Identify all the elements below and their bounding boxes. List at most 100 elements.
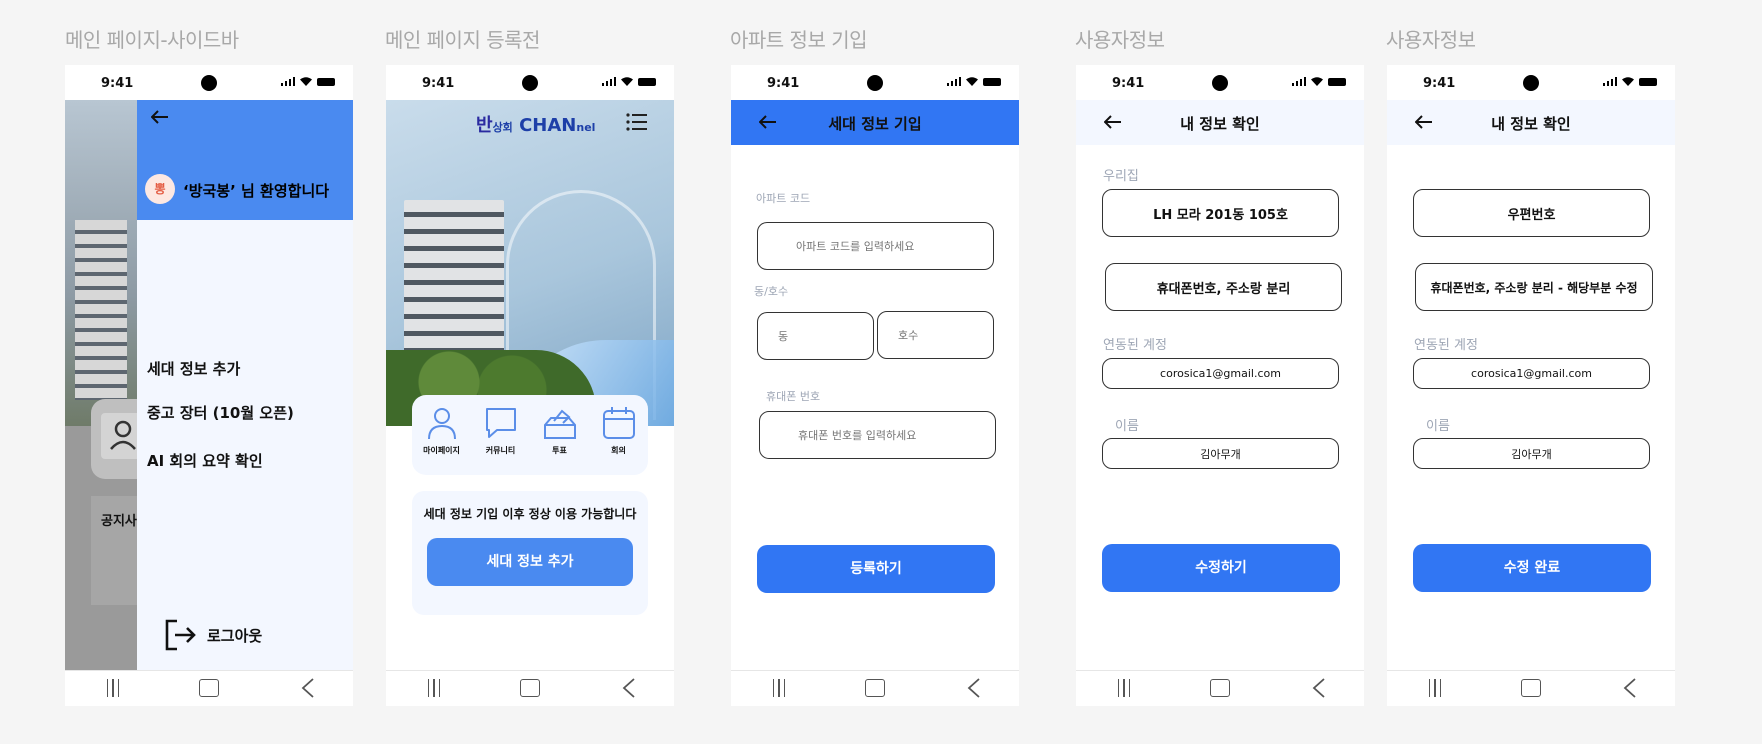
linked-account-label: 연동된 계정 [1414,338,1478,353]
status-time: 9:41 [422,76,455,91]
ballot-box-icon [543,409,576,439]
postcode-field[interactable]: 우편번호 [1413,189,1650,237]
logout-icon [165,619,196,651]
home-icon[interactable] [1521,679,1541,697]
phone-sidebar: 9:41 공지사 뽕 ‘방국봉’ 님 환영합니다 세대 정보 추가 중고 장터 … [65,65,353,706]
home-label: 우리집 [1103,169,1139,184]
save-complete-button[interactable]: 수정 완료 [1413,544,1651,592]
quick-vote[interactable]: 투표 [534,405,586,475]
name-field[interactable]: 김아무개 [1413,438,1650,469]
quick-community[interactable]: 커뮤니티 [475,405,527,475]
status-bar: 9:41 [65,65,353,100]
frame-title-user-info: 사용자정보 [1075,28,1165,52]
quick-mypage[interactable]: 마이페이지 [416,405,468,475]
dong-input[interactable] [757,312,874,360]
nav-back-icon[interactable] [301,678,315,698]
signal-icon [947,77,961,86]
battery-icon [983,77,1001,86]
status-bar: 9:41 [731,65,1019,100]
phone-main-unregistered: 9:41 반상회 CHANnel 마이페이지 커뮤니티 투표 회의 세대 정보 … [386,65,674,706]
wifi-icon [1622,77,1634,86]
email-field[interactable]: corosica1@gmail.com [1413,358,1650,389]
home-icon[interactable] [865,679,885,697]
apartment-code-input[interactable] [757,222,994,270]
wifi-icon [621,77,633,86]
battery-icon [638,77,656,86]
frame-title-user-info-edit: 사용자정보 [1386,28,1476,52]
wifi-icon [1311,77,1323,86]
camera-cutout [1523,75,1539,91]
camera-cutout [867,75,883,91]
separate-phone-address-note[interactable]: 휴대폰번호, 주소랑 분리 [1105,263,1342,311]
phone-my-info-edit: 9:41 내 정보 확인 우편번호 휴대폰번호, 주소랑 분리 - 해당부분 수… [1387,65,1675,706]
registration-message: 세대 정보 기입 이후 정상 이용 가능합니다 [423,507,637,521]
nav-back-icon[interactable] [1623,678,1637,698]
menu-item-add-household[interactable]: 세대 정보 추가 [147,358,240,379]
phone-my-info: 9:41 내 정보 확인 우리집 LH 모라 201동 105호 휴대폰번호, … [1076,65,1364,706]
recent-apps-icon[interactable] [1427,679,1443,697]
phone-number-input[interactable] [759,411,996,459]
sidebar-drawer: 뽕 ‘방국봉’ 님 환영합니다 세대 정보 추가 중고 장터 (10월 오픈) … [137,100,353,671]
home-icon[interactable] [1210,679,1230,697]
background-profile-card [91,399,141,479]
quick-meeting[interactable]: 회의 [593,405,645,475]
home-icon[interactable] [199,679,219,697]
name-field[interactable]: 김아무개 [1102,438,1339,469]
nav-back-icon[interactable] [622,678,636,698]
hero-building-image [386,100,674,426]
home-icon[interactable] [520,679,540,697]
phone-number-label: 휴대폰 번호 [766,390,821,403]
system-nav-bar [65,670,353,706]
nav-back-icon[interactable] [967,678,981,698]
signal-icon [1603,77,1617,86]
status-bar: 9:41 [1076,65,1364,100]
system-nav-bar [1076,670,1364,706]
quick-menu: 마이페이지 커뮤니티 투표 회의 [412,395,648,475]
recent-apps-icon[interactable] [771,679,787,697]
ho-input[interactable] [877,311,994,359]
nav-back-icon[interactable] [1312,678,1326,698]
address-field[interactable]: LH 모라 201동 105호 [1102,189,1339,237]
system-nav-bar [731,670,1019,706]
menu-list-icon[interactable] [626,113,648,131]
name-label: 이름 [1115,419,1139,434]
logout-label: 로그아웃 [207,626,263,645]
system-nav-bar [1387,670,1675,706]
register-button[interactable]: 등록하기 [757,545,995,593]
signal-icon [281,77,295,86]
recent-apps-icon[interactable] [426,679,442,697]
recent-apps-icon[interactable] [105,679,121,697]
email-field[interactable]: corosica1@gmail.com [1102,358,1339,389]
back-arrow-icon[interactable] [151,110,169,124]
background-building-image [65,100,137,426]
header-bar: 내 정보 확인 [1076,100,1364,145]
battery-icon [317,77,335,86]
dong-ho-label: 동/호수 [754,285,789,298]
calendar-icon [602,407,635,439]
separate-phone-address-edit-note[interactable]: 휴대폰번호, 주소랑 분리 - 해당부분 수정 [1415,263,1653,311]
status-bar: 9:41 [1387,65,1675,100]
frame-title-main-unregistered: 메인 페이지 등록전 [385,28,540,52]
registration-prompt-card: 세대 정보 기입 이후 정상 이용 가능합니다 세대 정보 추가 [412,491,648,615]
recent-apps-icon[interactable] [1116,679,1132,697]
chat-bubble-icon [485,408,516,438]
logout-button[interactable]: 로그아웃 [163,618,262,652]
menu-item-secondhand-market[interactable]: 중고 장터 (10월 오픈) [147,402,294,423]
person-icon [427,408,456,440]
camera-cutout [522,75,538,91]
camera-cutout [1212,75,1228,91]
drawer-header: 뽕 ‘방국봉’ 님 환영합니다 [137,100,353,220]
frame-title-sidebar: 메인 페이지-사이드바 [65,28,239,52]
status-time: 9:41 [767,76,800,91]
wifi-icon [300,77,312,86]
frame-title-apartment-info: 아파트 정보 기입 [730,28,868,52]
page-title: 내 정보 확인 [1180,115,1260,133]
linked-account-label: 연동된 계정 [1103,338,1167,353]
status-time: 9:41 [101,76,134,91]
avatar: 뽕 [145,174,175,204]
add-household-button[interactable]: 세대 정보 추가 [427,538,633,586]
status-time: 9:41 [1423,76,1456,91]
signal-icon [1292,77,1306,86]
menu-item-ai-meeting-summary[interactable]: AI 회의 요약 확인 [147,450,263,471]
edit-button[interactable]: 수정하기 [1102,544,1340,592]
